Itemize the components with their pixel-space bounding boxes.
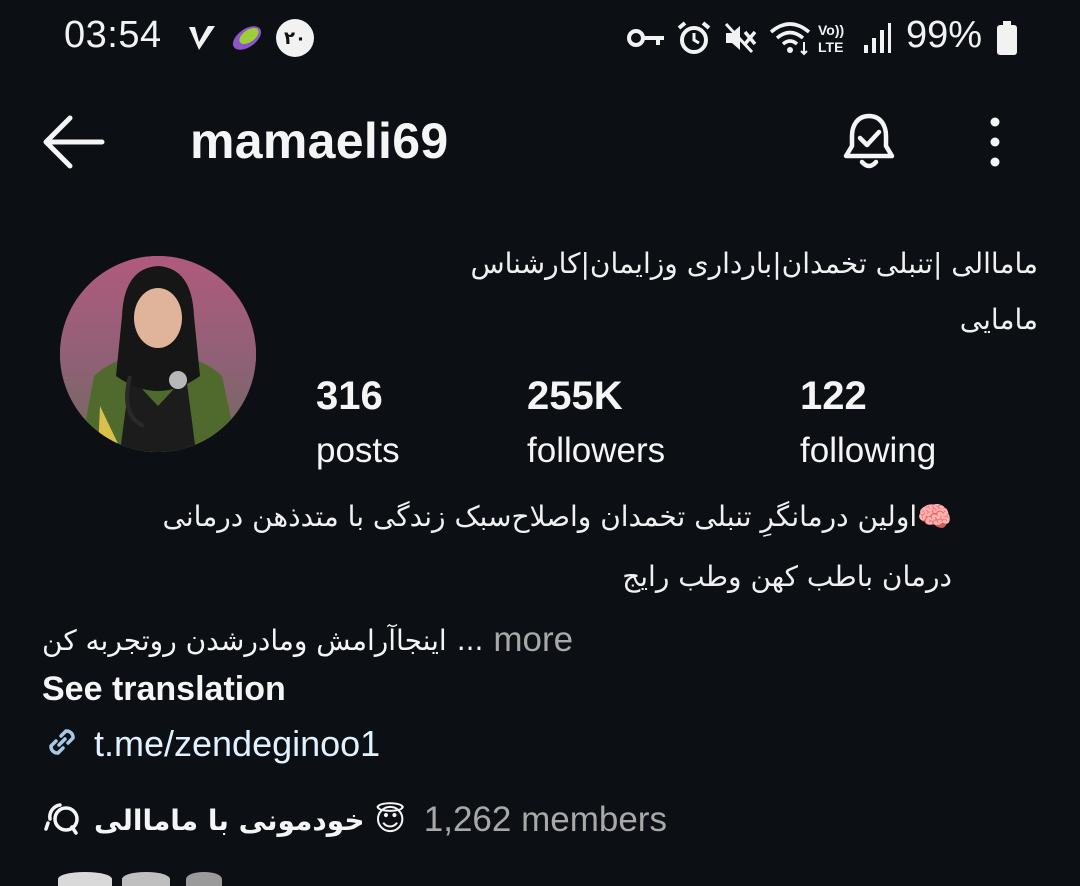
svg-text:Vo)): Vo))	[818, 22, 844, 38]
following-count: 122	[800, 374, 867, 418]
profile-username: mamaeli69	[190, 113, 449, 169]
more-vertical-icon[interactable]	[975, 112, 1015, 172]
posts-label: posts	[316, 431, 400, 470]
alarm-icon	[676, 18, 712, 58]
battery-icon	[996, 18, 1018, 58]
volte-icon: Vo)) LTE	[816, 18, 852, 58]
bio-ellipsis: ...	[456, 623, 484, 657]
highlight-peek	[122, 872, 170, 886]
profile-full-name: ماماالی |تنبلی تخمدان|بارداری وزایمان|کا…	[470, 247, 1038, 336]
svg-text:LTE: LTE	[818, 39, 843, 55]
channel-members: 1,262 members	[423, 800, 667, 839]
battery-percent: 99%	[906, 14, 983, 56]
highlight-peek	[186, 872, 222, 886]
bio-line-3-text: اینجاآرامش ومادرشدن روتجربه کن	[42, 623, 447, 657]
link-text[interactable]: t.me/zendeginoo1	[94, 723, 380, 765]
broadcast-channel[interactable]: خودمونی با ماماالی 😇 1,262 members	[42, 796, 667, 844]
bio-line-1: 🧠اولین درمانگرِ تنبلی تخمدان واصلاح‌سبک …	[162, 500, 952, 533]
channel-name: خودمونی با ماماالی	[94, 803, 365, 837]
status-time: 03:54	[64, 14, 162, 56]
posts-count: 316	[316, 374, 383, 418]
profile-link[interactable]: t.me/zendeginoo1	[42, 722, 380, 766]
channel-chat-icon	[42, 797, 84, 844]
v-icon	[186, 18, 218, 58]
highlight-peek	[58, 872, 112, 886]
bio-line-2: درمان باطب کهن وطب رایج	[622, 560, 952, 593]
key-icon	[626, 18, 666, 58]
more-button[interactable]: more	[493, 620, 573, 660]
stat-followers[interactable]: 255K followers	[527, 374, 665, 471]
signal-icon	[862, 18, 892, 58]
channel-emoji: 😇	[374, 802, 406, 838]
see-translation-button[interactable]: See translation	[42, 670, 286, 709]
badge-20-text: ۲۰	[276, 19, 314, 57]
bio-line-3: اینجاآرامش ومادرشدن روتجربه کن ... more	[42, 618, 573, 662]
followers-count: 255K	[527, 374, 623, 418]
back-arrow-icon[interactable]	[40, 112, 106, 172]
profile-avatar[interactable]	[60, 256, 256, 452]
stat-posts[interactable]: 316 posts	[316, 374, 400, 471]
stat-following[interactable]: 122 following	[800, 374, 936, 471]
leaf-app-icon	[228, 18, 266, 58]
wifi-icon	[768, 18, 812, 58]
avatar-portrait-image	[60, 256, 256, 452]
followers-label: followers	[527, 431, 666, 470]
following-label: following	[800, 431, 937, 470]
link-icon	[42, 722, 82, 767]
notification-bell-check-icon[interactable]	[838, 110, 900, 172]
mute-icon	[722, 18, 760, 58]
badge-20-icon: ۲۰	[276, 18, 314, 58]
